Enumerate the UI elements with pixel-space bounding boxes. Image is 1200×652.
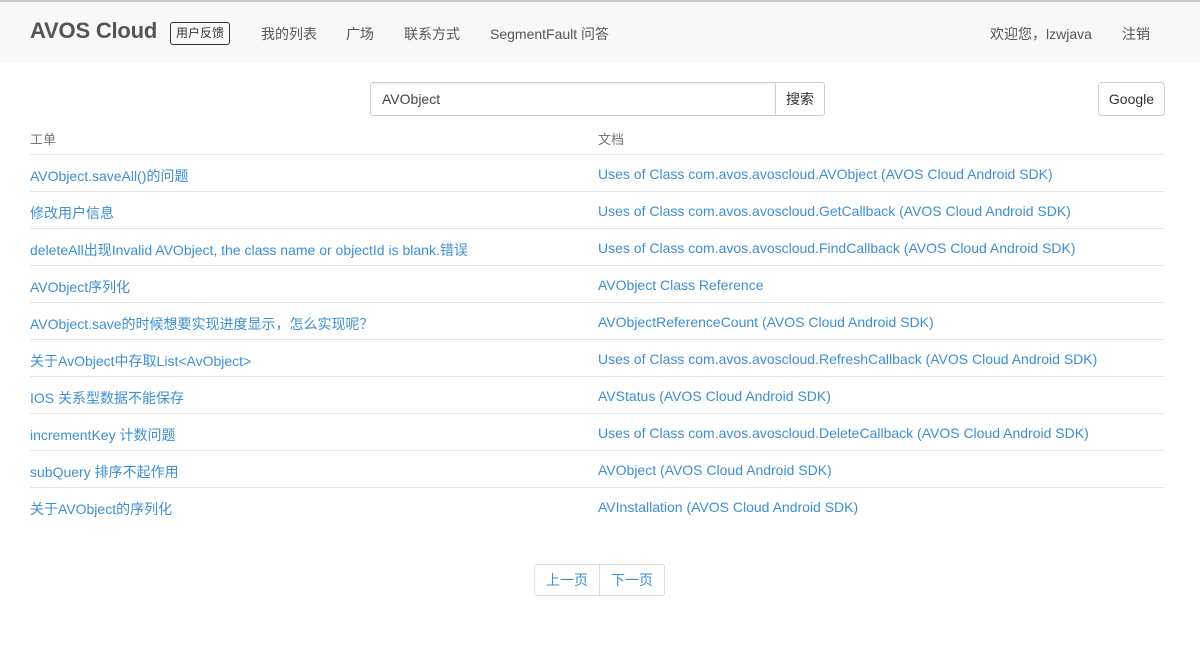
ticket-link[interactable]: AVObject.saveAll()的问题 xyxy=(30,166,188,186)
results-table: 工单 文档 AVObject.saveAll()的问题 Uses of Class… xyxy=(30,118,1165,525)
table-row: deleteAll出现Invalid AVObject, the class n… xyxy=(30,229,1165,266)
ticket-link[interactable]: 关于AVObject的序列化 xyxy=(30,499,172,519)
tickets-column-header: 工单 xyxy=(30,132,57,147)
logout-link[interactable]: 注销 xyxy=(1122,24,1150,44)
table-row: AVObject序列化 AVObject Class Reference xyxy=(30,266,1165,303)
brand-logo[interactable]: AVOS Cloud xyxy=(30,18,157,44)
doc-link[interactable]: Uses of Class com.avos.avoscloud.FindCal… xyxy=(598,240,1076,256)
top-navbar: AVOS Cloud 用户反馈 我的列表 广场 联系方式 SegmentFaul… xyxy=(0,0,1200,62)
pagination: 上一页 下一页 xyxy=(534,564,665,596)
ticket-link[interactable]: 关于AvObject中存取List<AvObject> xyxy=(30,351,251,371)
nav-contact[interactable]: 联系方式 xyxy=(404,24,460,44)
table-row: 关于AvObject中存取List<AvObject> Uses of Class… xyxy=(30,340,1165,377)
doc-link[interactable]: AVObject (AVOS Cloud Android SDK) xyxy=(598,462,832,478)
ticket-link[interactable]: 修改用户信息 xyxy=(30,203,114,223)
table-row: AVObject.saveAll()的问题 Uses of Class com.a… xyxy=(30,155,1165,192)
ticket-link[interactable]: IOS 关系型数据不能保存 xyxy=(30,388,184,408)
doc-link[interactable]: Uses of Class com.avos.avoscloud.Refresh… xyxy=(598,351,1097,367)
doc-link[interactable]: Uses of Class com.avos.avoscloud.AVObjec… xyxy=(598,166,1053,182)
docs-column-header: 文档 xyxy=(598,132,625,147)
ticket-link[interactable]: deleteAll出现Invalid AVObject, the class n… xyxy=(30,240,468,260)
search-input[interactable] xyxy=(370,82,775,116)
user-feedback-button[interactable]: 用户反馈 xyxy=(170,22,231,45)
ticket-link[interactable]: AVObject序列化 xyxy=(30,277,130,297)
nav-segmentfault-qa[interactable]: SegmentFault 问答 xyxy=(490,24,609,44)
table-row: 修改用户信息 Uses of Class com.avos.avoscloud.G… xyxy=(30,192,1165,229)
search-button[interactable]: 搜索 xyxy=(775,82,825,116)
table-row: incrementKey 计数问题 Uses of Class com.avos.… xyxy=(30,414,1165,451)
table-row: IOS 关系型数据不能保存 AVStatus (AVOS Cloud Androi… xyxy=(30,377,1165,414)
nav-my-list[interactable]: 我的列表 xyxy=(261,24,317,44)
table-row: 关于AVObject的序列化 AVInstallation (AVOS Cloud… xyxy=(30,488,1165,525)
doc-link[interactable]: Uses of Class com.avos.avoscloud.GetCall… xyxy=(598,203,1071,219)
ticket-link[interactable]: AVObject.save的时候想要实现进度显示，怎么实现呢？ xyxy=(30,314,374,334)
table-row: subQuery 排序不起作用 AVObject (AVOS Cloud Andr… xyxy=(30,451,1165,488)
next-page-button[interactable]: 下一页 xyxy=(599,565,664,595)
search-group: 搜索 xyxy=(370,82,825,116)
prev-page-button[interactable]: 上一页 xyxy=(535,565,599,595)
table-row: AVObject.save的时候想要实现进度显示，怎么实现呢？ AVObjectR… xyxy=(30,303,1165,340)
doc-link[interactable]: AVObject Class Reference xyxy=(598,277,763,293)
google-search-button[interactable]: Google xyxy=(1098,82,1165,116)
table-header: 工单 文档 xyxy=(30,118,1165,155)
welcome-user-link[interactable]: 欢迎您，lzwjava xyxy=(990,24,1092,44)
nav-plaza[interactable]: 广场 xyxy=(346,24,374,44)
doc-link[interactable]: AVStatus (AVOS Cloud Android SDK) xyxy=(598,388,831,404)
doc-link[interactable]: Uses of Class com.avos.avoscloud.DeleteC… xyxy=(598,425,1089,441)
ticket-link[interactable]: incrementKey 计数问题 xyxy=(30,425,175,445)
doc-link[interactable]: AVObjectReferenceCount (AVOS Cloud Andro… xyxy=(598,314,934,330)
ticket-link[interactable]: subQuery 排序不起作用 xyxy=(30,462,179,482)
doc-link[interactable]: AVInstallation (AVOS Cloud Android SDK) xyxy=(598,499,858,515)
